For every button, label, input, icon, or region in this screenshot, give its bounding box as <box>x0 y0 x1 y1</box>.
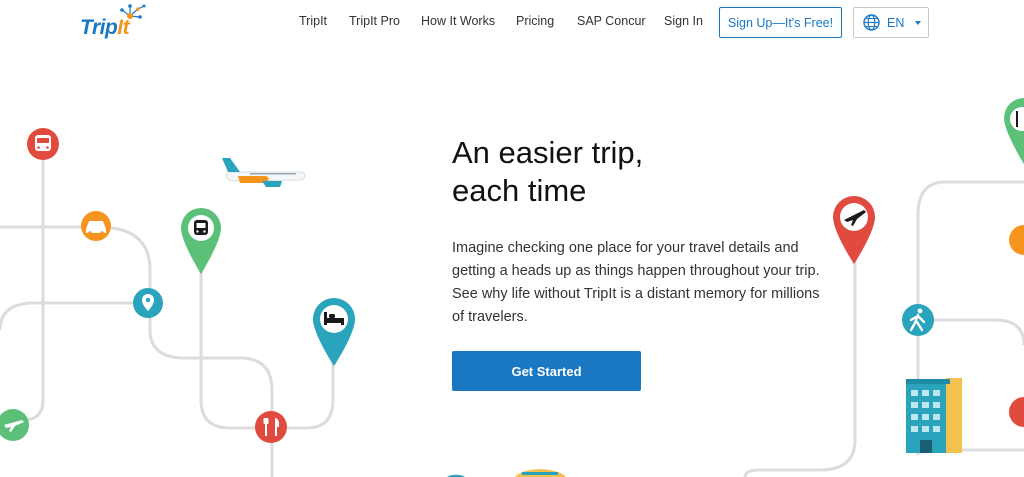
hotel-bed-icon <box>313 298 355 366</box>
site-header: TripIt TripIt TripIt Pro How It Works Pr… <box>0 0 1024 46</box>
bus-icon <box>27 128 59 160</box>
map-pin-icon <box>133 288 163 318</box>
restaurant-icon <box>255 411 287 443</box>
hero-title: An easier trip, each time <box>452 134 832 210</box>
hero-title-line1: An easier trip, <box>452 135 644 170</box>
bus-illustration-partial <box>515 469 566 477</box>
nav-link-tripit-pro[interactable]: TripIt Pro <box>349 14 400 28</box>
airplane-illustration <box>222 158 306 187</box>
walking-icon <box>902 304 934 336</box>
airplane-icon-small <box>0 409 29 441</box>
car-icon <box>81 211 111 241</box>
language-selector[interactable]: EN <box>853 7 929 38</box>
car-icon-partial <box>1009 397 1024 427</box>
language-label: EN <box>887 16 905 30</box>
logo-network-icon <box>120 4 146 19</box>
nav-link-sign-in[interactable]: Sign In <box>664 14 703 28</box>
get-started-button[interactable]: Get Started <box>452 351 641 391</box>
nav-link-how-it-works[interactable]: How It Works <box>421 14 495 28</box>
hero-description: Imagine checking one place for your trav… <box>452 240 820 325</box>
tripit-logo[interactable]: TripIt <box>80 4 160 44</box>
nav-link-pricing[interactable]: Pricing <box>516 14 554 28</box>
hero-title-line2: each time <box>452 173 587 208</box>
airplane-pin-icon <box>833 196 875 264</box>
building-icon <box>906 378 962 453</box>
signup-button[interactable]: Sign Up—It's Free! <box>719 7 842 38</box>
nav-link-sap-concur[interactable]: SAP Concur <box>577 14 646 28</box>
nav-link-tripit[interactable]: TripIt <box>299 14 327 28</box>
restaurant-pin-icon <box>1004 98 1024 164</box>
road-lines-right <box>743 180 1024 477</box>
train-icon <box>181 208 221 274</box>
location-icon-partial <box>1009 225 1024 255</box>
chevron-down-icon <box>915 21 921 25</box>
globe-icon <box>863 14 880 31</box>
